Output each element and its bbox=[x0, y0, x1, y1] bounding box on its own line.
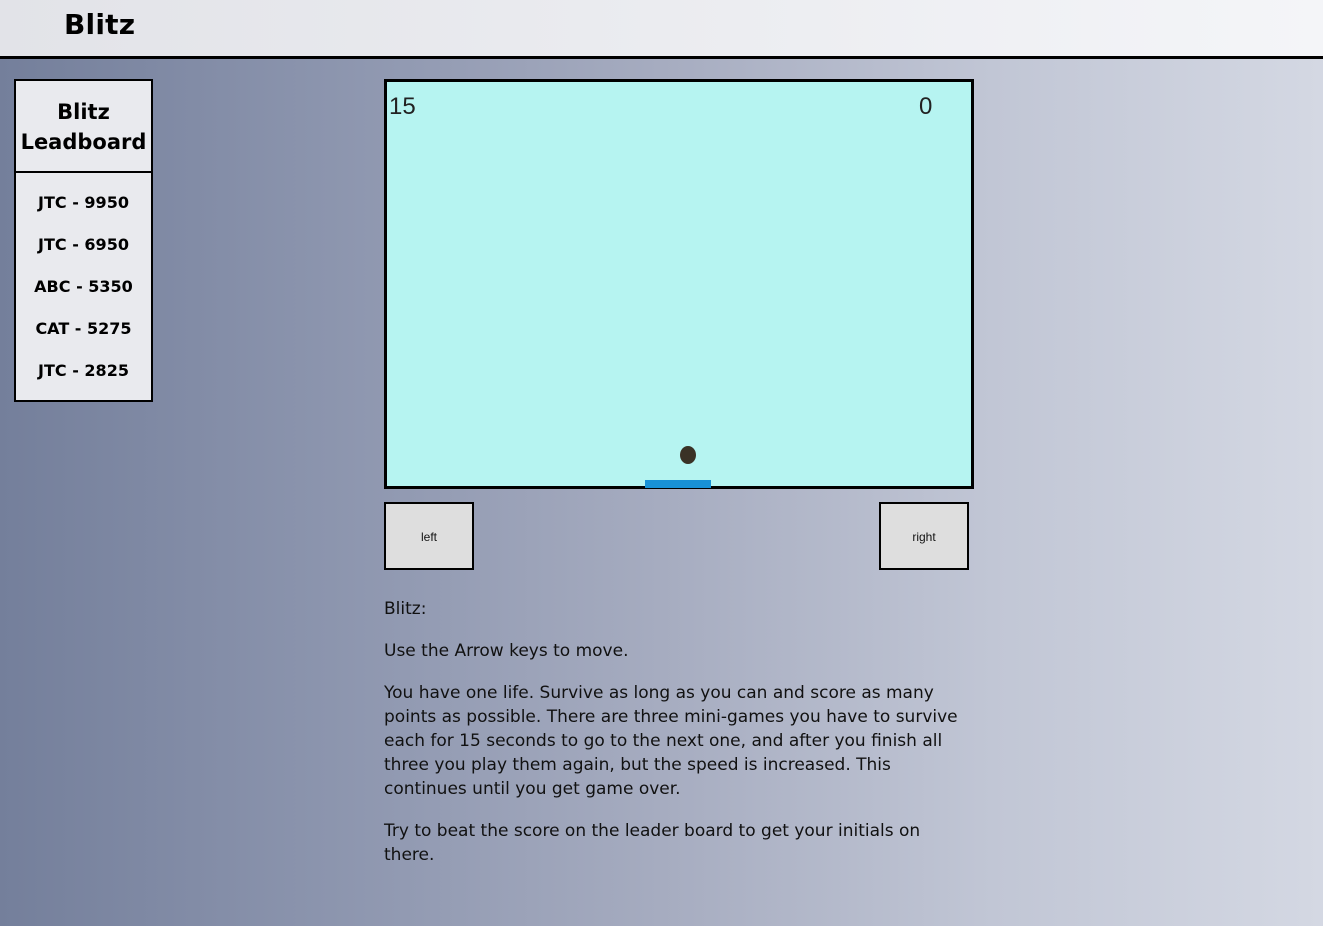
leaderboard-title-line1: Blitz bbox=[57, 100, 110, 124]
move-right-button[interactable]: right bbox=[879, 502, 969, 570]
top-bar: Blitz bbox=[0, 0, 1323, 59]
player-paddle bbox=[645, 480, 711, 488]
leaderboard-title-line2: Leadboard bbox=[20, 130, 147, 154]
instructions-heading: Blitz: bbox=[384, 599, 427, 619]
ball bbox=[680, 446, 696, 464]
leaderboard-entry: ABC - 5350 bbox=[34, 277, 133, 296]
instructions-goal: Try to beat the score on the leader boar… bbox=[384, 821, 921, 865]
leaderboard-entry: CAT - 5275 bbox=[35, 319, 132, 338]
instructions-controls: Use the Arrow keys to move. bbox=[384, 641, 629, 661]
score-readout: 0 bbox=[919, 93, 933, 120]
leaderboard-entry: JTC - 9950 bbox=[38, 193, 129, 212]
app-title: Blitz bbox=[64, 8, 136, 41]
timer-readout: 15 bbox=[389, 93, 416, 120]
leaderboard-entry: JTC - 2825 bbox=[38, 361, 129, 380]
leaderboard-panel: Blitz Leadboard JTC - 9950 JTC - 6950 AB… bbox=[14, 79, 153, 402]
leaderboard-heading: Blitz Leadboard bbox=[16, 81, 151, 173]
leaderboard-entry: JTC - 6950 bbox=[38, 235, 129, 254]
instructions-section: Blitz: Use the Arrow keys to move. You h… bbox=[384, 597, 974, 885]
move-left-button[interactable]: left bbox=[384, 502, 474, 570]
leaderboard-list: JTC - 9950 JTC - 6950 ABC - 5350 CAT - 5… bbox=[16, 173, 151, 392]
instructions-rules: You have one life. Survive as long as yo… bbox=[384, 683, 958, 799]
game-canvas[interactable]: 15 0 bbox=[384, 79, 974, 489]
